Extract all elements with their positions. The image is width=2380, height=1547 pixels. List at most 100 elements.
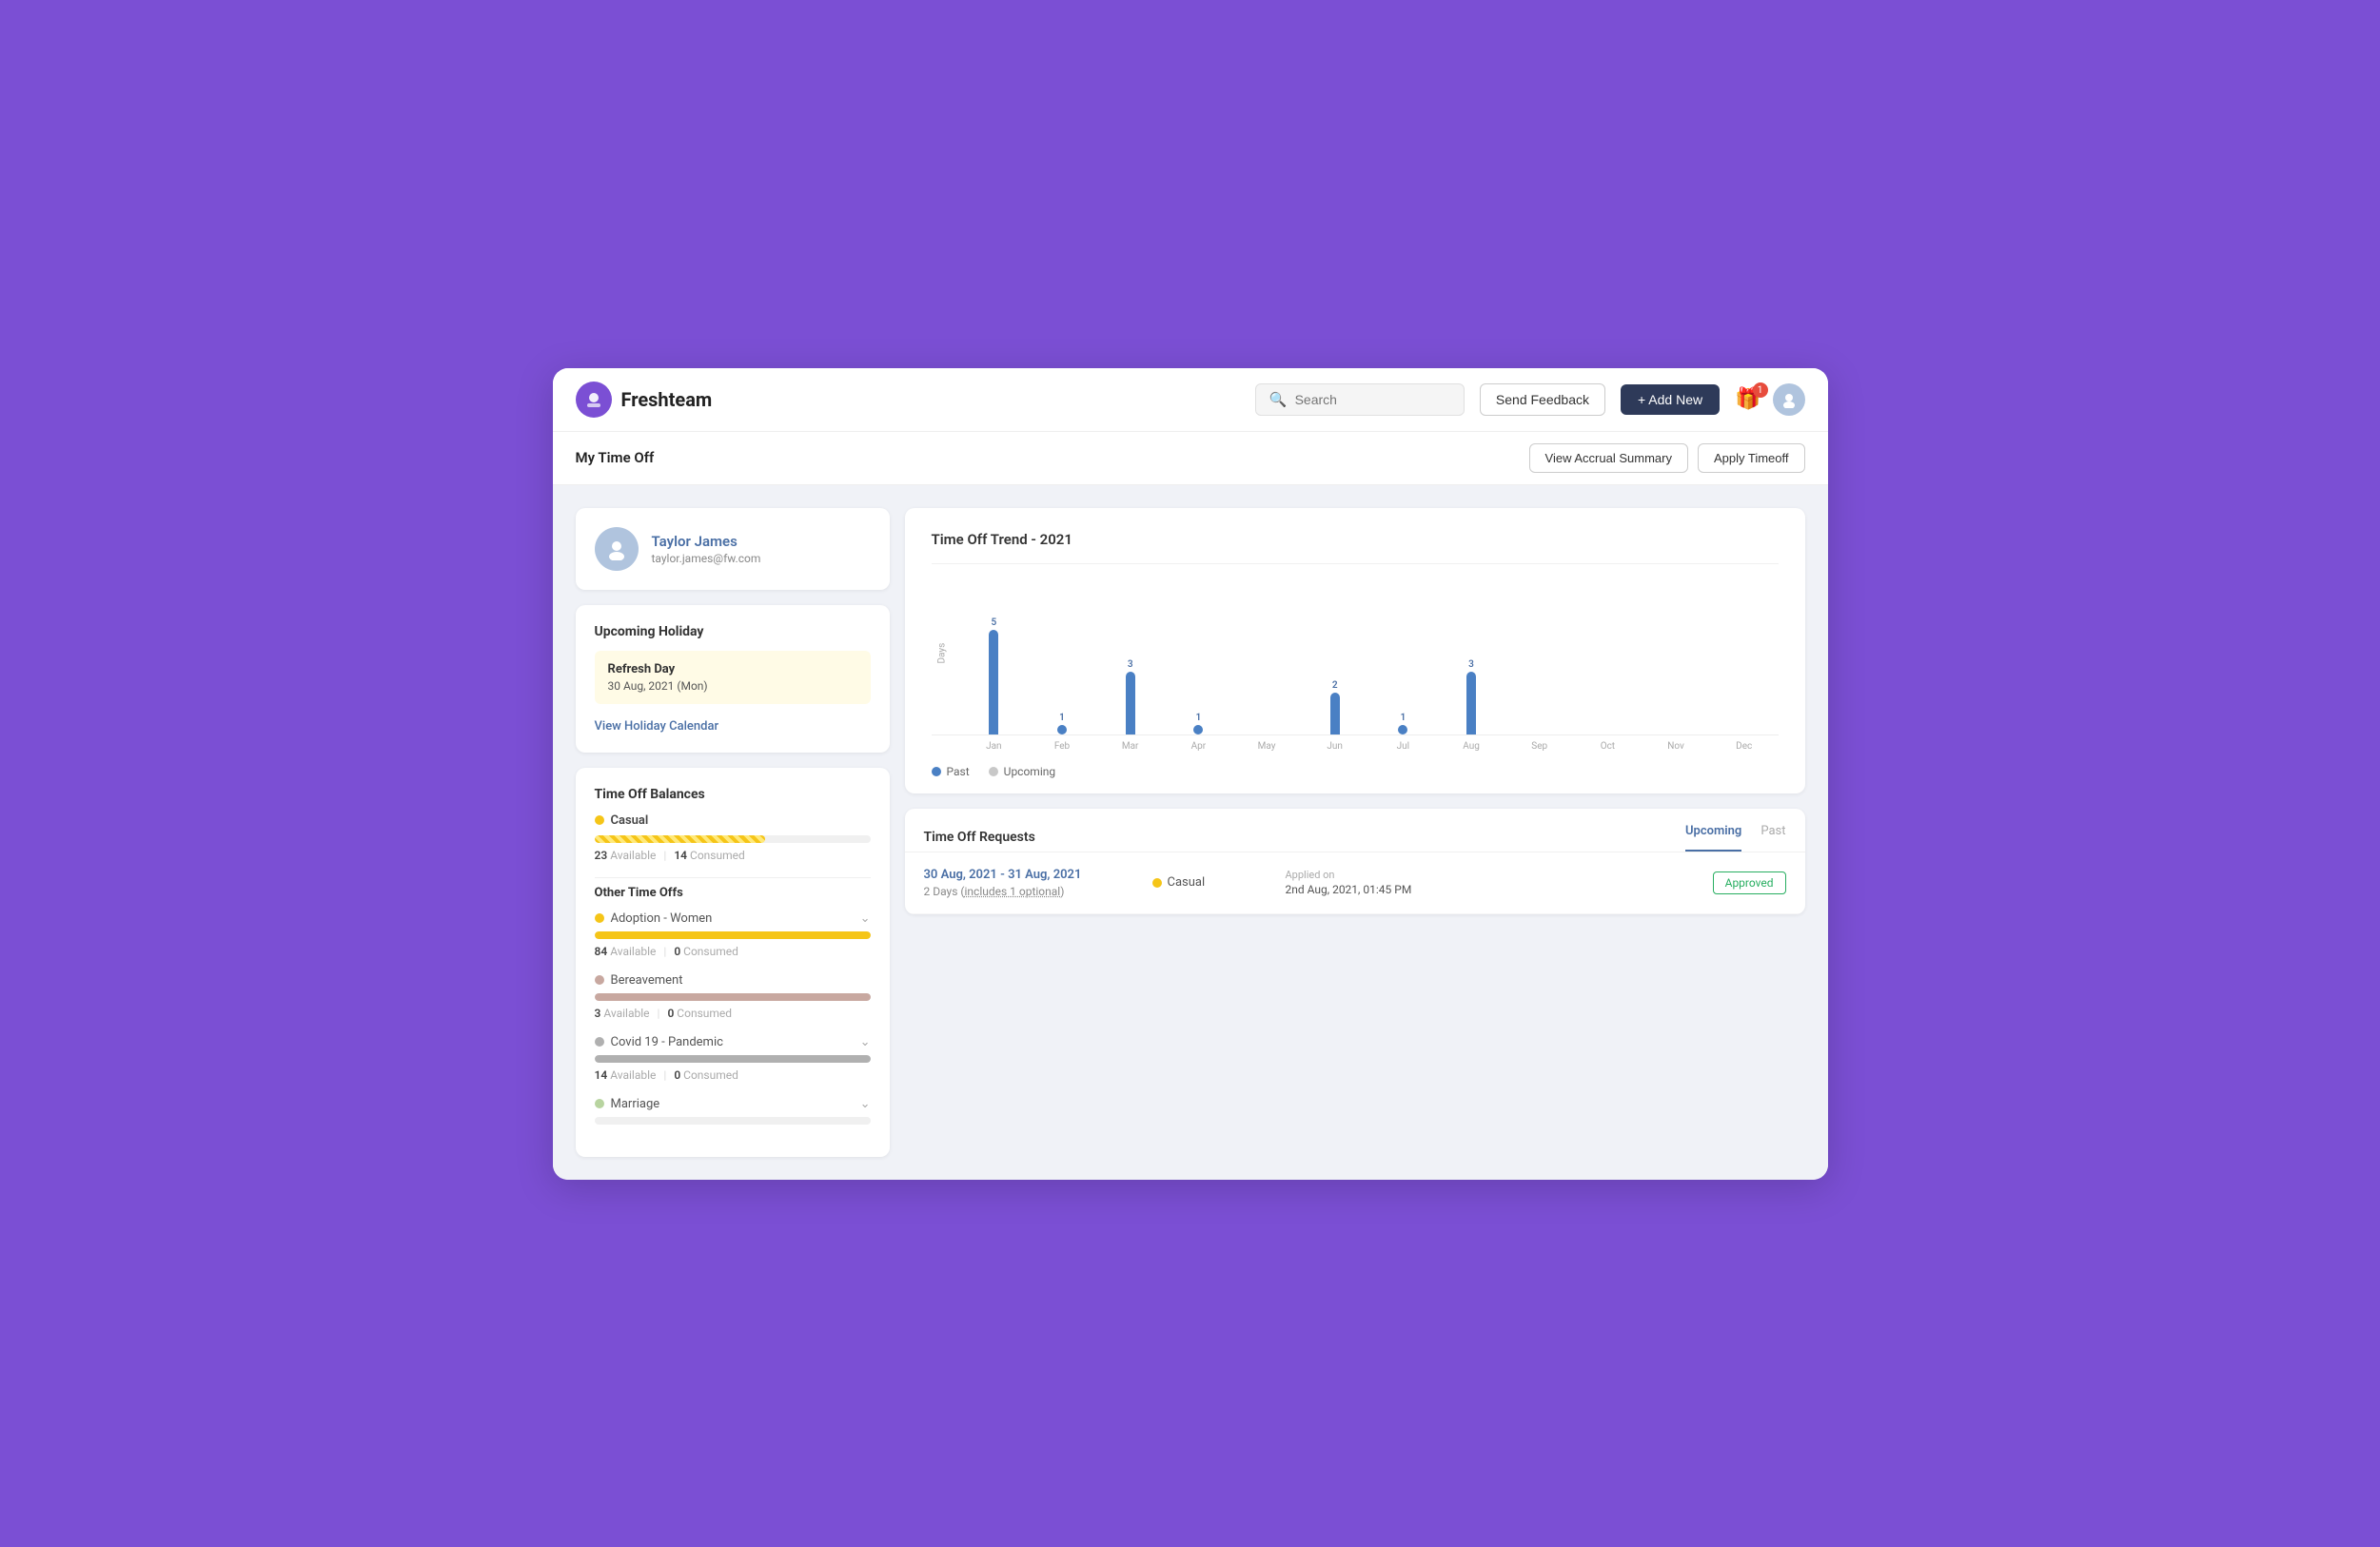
y-axis-label: Days bbox=[936, 643, 947, 664]
content-area: Taylor James taylor.james@fw.com Upcomin… bbox=[553, 485, 1828, 1180]
month-label-may: May bbox=[1232, 741, 1301, 752]
profile-name: Taylor James bbox=[652, 533, 761, 550]
applied-on-label: Applied on bbox=[1286, 869, 1694, 881]
casual-progress-bar bbox=[595, 835, 871, 843]
item-progress-fill bbox=[595, 931, 871, 939]
request-type: Casual bbox=[1152, 875, 1267, 890]
trend-card: Time Off Trend - 2021 Days 5 1 3 1 2 1 3 bbox=[905, 508, 1805, 793]
month-label-jan: Jan bbox=[960, 741, 1029, 752]
tab-past[interactable]: Past bbox=[1760, 824, 1785, 852]
bar-value: 5 bbox=[991, 617, 996, 628]
right-panel: Time Off Trend - 2021 Days 5 1 3 1 2 1 3 bbox=[905, 508, 1805, 1157]
requests-list: 30 Aug, 2021 - 31 Aug, 2021 2 Days (incl… bbox=[905, 852, 1805, 914]
request-applied: Applied on 2nd Aug, 2021, 01:45 PM bbox=[1286, 869, 1694, 896]
sub-header-actions: View Accrual Summary Apply Timeoff bbox=[1529, 443, 1805, 473]
month-label-oct: Oct bbox=[1574, 741, 1642, 752]
tab-upcoming[interactable]: Upcoming bbox=[1685, 824, 1741, 852]
chart-months: JanFebMarAprMayJunJulAugSepOctNovDec bbox=[932, 741, 1779, 752]
chart-col-jan: 5 bbox=[960, 583, 1029, 734]
upcoming-holiday-card: Upcoming Holiday Refresh Day 30 Aug, 202… bbox=[576, 605, 890, 753]
bar-value: 1 bbox=[1401, 713, 1406, 723]
casual-progress-fill bbox=[595, 835, 766, 843]
other-item-label: Adoption - Women bbox=[595, 911, 713, 926]
other-items-container: Adoption - Women ⌄ 84 Available | 0 Cons… bbox=[595, 911, 871, 1125]
chart-col-feb: 1 bbox=[1028, 583, 1096, 734]
bar-fill bbox=[1126, 672, 1135, 734]
gift-icon-wrap[interactable]: 🎁 1 bbox=[1735, 387, 1760, 411]
applied-on-value: 2nd Aug, 2021, 01:45 PM bbox=[1286, 883, 1694, 896]
other-item: Adoption - Women ⌄ 84 Available | 0 Cons… bbox=[595, 911, 871, 958]
balances-title: Time Off Balances bbox=[595, 787, 871, 802]
chart-col-dec bbox=[1710, 583, 1779, 734]
chevron-down-icon[interactable]: ⌄ bbox=[860, 1097, 871, 1111]
page-title: My Time Off bbox=[576, 449, 655, 466]
chart-area: Days 5 1 3 1 2 1 3 bbox=[932, 583, 1779, 735]
holiday-name: Refresh Day bbox=[608, 662, 857, 676]
chart-col-apr: 1 bbox=[1165, 583, 1233, 734]
bar-value: 2 bbox=[1332, 680, 1338, 691]
header: Freshteam 🔍 Send Feedback + Add New 🎁 1 bbox=[553, 368, 1828, 432]
left-panel: Taylor James taylor.james@fw.com Upcomin… bbox=[576, 508, 890, 1157]
month-label-aug: Aug bbox=[1437, 741, 1505, 752]
item-progress-fill bbox=[595, 993, 871, 1001]
search-input[interactable] bbox=[1295, 392, 1450, 407]
logo-text: Freshteam bbox=[621, 388, 713, 411]
casual-dot bbox=[595, 815, 604, 825]
other-item: Bereavement 3 Available | 0 Consumed bbox=[595, 973, 871, 1020]
item-progress-fill bbox=[595, 1055, 871, 1063]
chevron-down-icon[interactable]: ⌄ bbox=[860, 1035, 871, 1049]
apply-timeoff-button[interactable]: Apply Timeoff bbox=[1698, 443, 1805, 473]
logo-icon bbox=[576, 382, 612, 418]
bar-value: 1 bbox=[1059, 713, 1065, 723]
other-item-header: Covid 19 - Pandemic ⌄ bbox=[595, 1035, 871, 1049]
chart-col-nov bbox=[1642, 583, 1710, 734]
dot-marker bbox=[1193, 725, 1203, 734]
search-bar[interactable]: 🔍 bbox=[1255, 383, 1465, 416]
upcoming-holiday-title: Upcoming Holiday bbox=[595, 624, 871, 639]
chart-columns: 5 1 3 1 2 1 3 bbox=[960, 583, 1779, 734]
bar-value: 1 bbox=[1195, 713, 1201, 723]
time-off-balances-card: Time Off Balances Casual 23 Available | … bbox=[576, 768, 890, 1157]
balance-numbers: 3 Available | 0 Consumed bbox=[595, 1007, 871, 1020]
month-label-sep: Sep bbox=[1505, 741, 1574, 752]
view-holiday-calendar-link[interactable]: View Holiday Calendar bbox=[595, 719, 719, 734]
chart-col-mar: 3 bbox=[1096, 583, 1165, 734]
requests-tabs: Upcoming Past bbox=[1685, 824, 1785, 852]
legend-past: Past bbox=[932, 765, 970, 778]
chevron-down-icon[interactable]: ⌄ bbox=[860, 911, 871, 926]
profile-avatar bbox=[595, 527, 639, 571]
casual-balance-numbers: 23 Available | 14 Consumed bbox=[595, 849, 871, 862]
casual-label: Casual bbox=[595, 813, 871, 828]
legend-upcoming-dot bbox=[989, 767, 998, 776]
search-icon: 🔍 bbox=[1269, 391, 1288, 408]
trend-divider bbox=[932, 563, 1779, 564]
chart-col-sep bbox=[1505, 583, 1574, 734]
dot-marker bbox=[1057, 725, 1067, 734]
view-accrual-summary-button[interactable]: View Accrual Summary bbox=[1529, 443, 1688, 473]
chart-col-oct bbox=[1574, 583, 1642, 734]
logo-area: Freshteam bbox=[576, 382, 713, 418]
item-dot bbox=[595, 913, 604, 923]
profile-info: Taylor James taylor.james@fw.com bbox=[652, 533, 761, 565]
add-new-button[interactable]: + Add New bbox=[1621, 384, 1720, 415]
other-item-header: Adoption - Women ⌄ bbox=[595, 911, 871, 926]
item-progress-bar bbox=[595, 1055, 871, 1063]
item-progress-bar bbox=[595, 1117, 871, 1125]
legend-past-dot bbox=[932, 767, 941, 776]
other-item-label: Covid 19 - Pandemic bbox=[595, 1035, 723, 1049]
profile-email: taylor.james@fw.com bbox=[652, 552, 761, 565]
item-dot bbox=[595, 1037, 604, 1047]
item-dot bbox=[595, 1099, 604, 1108]
send-feedback-button[interactable]: Send Feedback bbox=[1480, 383, 1605, 416]
other-item: Marriage ⌄ bbox=[595, 1097, 871, 1125]
month-label-jul: Jul bbox=[1369, 741, 1438, 752]
sub-header: My Time Off View Accrual Summary Apply T… bbox=[553, 432, 1828, 485]
balance-numbers: 84 Available | 0 Consumed bbox=[595, 945, 871, 958]
month-label-dec: Dec bbox=[1710, 741, 1779, 752]
request-type-dot bbox=[1152, 878, 1162, 888]
user-avatar[interactable] bbox=[1773, 383, 1805, 416]
trend-title: Time Off Trend - 2021 bbox=[932, 531, 1779, 548]
balance-numbers: 14 Available | 0 Consumed bbox=[595, 1068, 871, 1082]
month-label-feb: Feb bbox=[1028, 741, 1096, 752]
bar-fill bbox=[1466, 672, 1476, 734]
